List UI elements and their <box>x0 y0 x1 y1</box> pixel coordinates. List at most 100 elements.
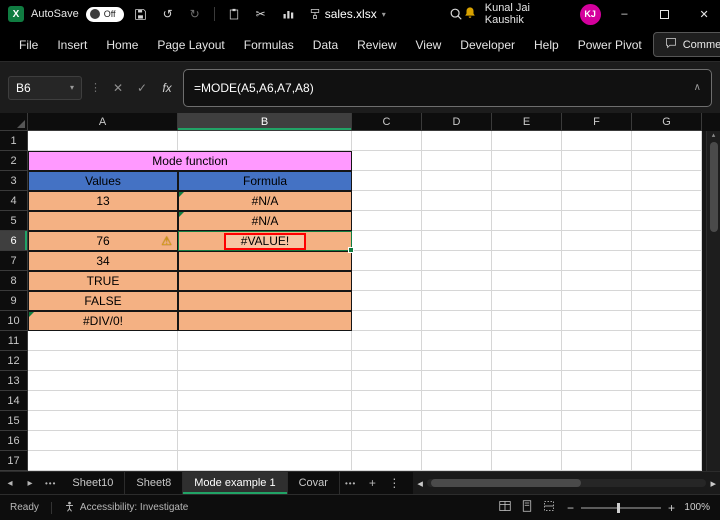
grid-cell[interactable] <box>632 151 702 171</box>
grid-cell[interactable] <box>632 391 702 411</box>
page-break-view-icon[interactable] <box>543 500 555 515</box>
notification-bell-icon[interactable] <box>463 6 477 23</box>
insert-function-icon[interactable]: fx <box>157 81 177 95</box>
search-icon[interactable] <box>449 7 463 21</box>
grid-cell[interactable] <box>178 431 352 451</box>
cell-b4[interactable]: #N/A <box>178 191 352 211</box>
grid-cell[interactable] <box>178 351 352 371</box>
chevron-down-icon[interactable]: ▾ <box>382 10 386 19</box>
row-header-9[interactable]: 9 <box>0 291 28 311</box>
row-header-15[interactable]: 15 <box>0 411 28 431</box>
comments-button[interactable]: Comments <box>652 32 720 57</box>
chevron-down-icon[interactable]: ▾ <box>70 83 74 92</box>
row-header-1[interactable]: 1 <box>0 131 28 151</box>
grid-cell[interactable] <box>562 231 632 251</box>
grid-cell[interactable] <box>492 391 562 411</box>
grid-cell[interactable] <box>492 191 562 211</box>
add-sheet-button[interactable]: + <box>361 476 383 490</box>
undo-icon[interactable]: ↺ <box>158 7 178 21</box>
user-avatar[interactable]: KJ <box>579 3 601 25</box>
document-title[interactable]: sales.xlsx <box>325 7 377 21</box>
menu-tab-home[interactable]: Home <box>97 32 147 58</box>
menu-tab-page-layout[interactable]: Page Layout <box>148 32 233 58</box>
grid-cell[interactable] <box>422 331 492 351</box>
page-layout-view-icon[interactable] <box>521 500 533 515</box>
grid-cell[interactable] <box>632 431 702 451</box>
grid-cell[interactable] <box>632 211 702 231</box>
grid-cell[interactable] <box>178 451 352 471</box>
grid-cell[interactable] <box>352 371 422 391</box>
grid-cell[interactable] <box>632 251 702 271</box>
sheet-tab-sheet10[interactable]: Sheet10 <box>61 472 126 494</box>
grid-cell[interactable] <box>28 331 178 351</box>
column-header-e[interactable]: E <box>492 113 562 131</box>
sheet-nav-next-icon[interactable]: ▸ <box>20 478 40 489</box>
horizontal-scrollbar[interactable]: ◂ ▸ <box>413 472 720 494</box>
error-warning-icon[interactable]: ⚠ <box>161 235 172 247</box>
grid-cell[interactable] <box>352 251 422 271</box>
grid-cell[interactable] <box>492 231 562 251</box>
grid-cell[interactable] <box>28 431 178 451</box>
sheet-tab-covar[interactable]: Covar <box>288 472 340 494</box>
collapse-formula-bar-icon[interactable]: ∧ <box>694 82 701 93</box>
cut-icon[interactable]: ✂ <box>251 7 271 21</box>
grid-cell[interactable] <box>492 411 562 431</box>
excel-app-icon[interactable]: X <box>8 6 24 22</box>
redo-icon[interactable]: ↻ <box>185 7 205 21</box>
grid-cell[interactable] <box>632 291 702 311</box>
grid-cell[interactable] <box>562 311 632 331</box>
grid-cell[interactable] <box>492 351 562 371</box>
menu-tab-help[interactable]: Help <box>525 32 568 58</box>
cell-b7[interactable] <box>178 251 352 271</box>
menu-tab-review[interactable]: Review <box>348 32 405 58</box>
grid-cell[interactable] <box>492 211 562 231</box>
grid-cell[interactable] <box>352 391 422 411</box>
grid-cell[interactable] <box>178 331 352 351</box>
cell-a6[interactable]: 76 ⚠ <box>28 231 178 251</box>
row-header-6[interactable]: 6 <box>0 231 28 251</box>
scroll-up-icon[interactable]: ▴ <box>712 131 716 139</box>
grid-cell[interactable] <box>422 131 492 151</box>
zoom-slider-thumb[interactable] <box>616 502 620 513</box>
grid-cell[interactable] <box>422 251 492 271</box>
chart-icon[interactable] <box>278 8 298 20</box>
grid-cell[interactable] <box>422 291 492 311</box>
sheet-list-ellipsis[interactable]: ••• <box>40 479 61 488</box>
grid-cell[interactable] <box>562 411 632 431</box>
grid-cell[interactable] <box>352 211 422 231</box>
column-header-c[interactable]: C <box>352 113 422 131</box>
row-header-5[interactable]: 5 <box>0 211 28 231</box>
grid-cell[interactable] <box>492 331 562 351</box>
grid-cell[interactable] <box>492 291 562 311</box>
cell-b6-selected[interactable]: #VALUE! <box>178 231 354 253</box>
row-header-17[interactable]: 17 <box>0 451 28 471</box>
cell-a4[interactable]: 13 <box>28 191 178 211</box>
horizontal-scroll-thumb[interactable] <box>430 479 581 487</box>
grid-cell[interactable] <box>178 411 352 431</box>
grid-cell[interactable] <box>492 171 562 191</box>
grid-cell[interactable] <box>562 431 632 451</box>
sheet-tab-mode-example-1[interactable]: Mode example 1 <box>183 472 288 494</box>
cell-a5[interactable] <box>28 211 178 231</box>
menu-tab-power-pivot[interactable]: Power Pivot <box>569 32 651 58</box>
grid-cell[interactable] <box>28 391 178 411</box>
grid-cell[interactable] <box>562 371 632 391</box>
grid-cell[interactable] <box>422 451 492 471</box>
cell-b8[interactable] <box>178 271 352 291</box>
grid-cell[interactable] <box>422 351 492 371</box>
zoom-in-button[interactable]: + <box>668 501 675 515</box>
cell-b10[interactable] <box>178 311 352 331</box>
maximize-button[interactable] <box>648 0 680 28</box>
zoom-level[interactable]: 100% <box>682 502 710 513</box>
grid-cell[interactable] <box>562 251 632 271</box>
grid-cell[interactable] <box>562 171 632 191</box>
column-header-b[interactable]: B <box>178 113 352 131</box>
grid-cell[interactable] <box>28 371 178 391</box>
grid-cell[interactable] <box>422 271 492 291</box>
grid-cell[interactable] <box>352 331 422 351</box>
grid-cell[interactable] <box>28 451 178 471</box>
cell-a10[interactable]: #DIV/0! <box>28 311 178 331</box>
scroll-right-icon[interactable]: ▸ <box>710 477 716 490</box>
column-header-a[interactable]: A <box>28 113 178 131</box>
grid-cell[interactable] <box>632 451 702 471</box>
